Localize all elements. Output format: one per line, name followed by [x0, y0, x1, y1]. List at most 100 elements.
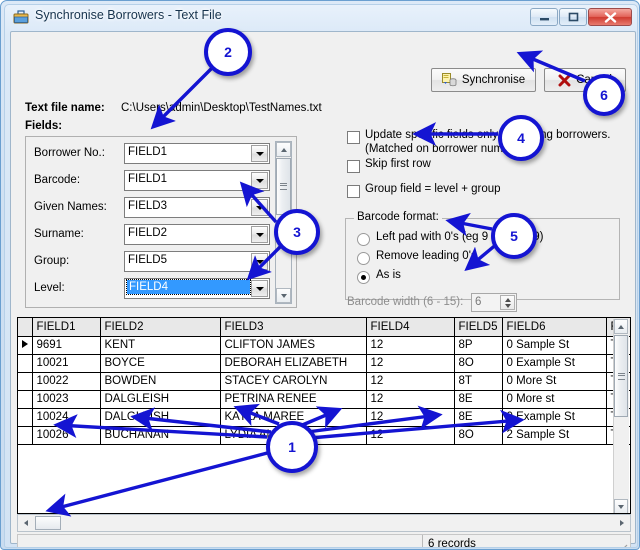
checkbox-update-specific-fields[interactable] [347, 131, 360, 144]
cell-field1[interactable]: 10023 [32, 390, 101, 409]
field-combo-borrower-no[interactable]: FIELD1 [124, 143, 270, 164]
checkbox-skip-first-row[interactable] [347, 160, 360, 173]
cell-field5[interactable]: 8O [454, 426, 503, 445]
field-combo-level[interactable]: FIELD4 [124, 278, 270, 299]
cell-field1[interactable]: 10024 [32, 408, 101, 427]
barcode-width-stepper[interactable]: 6 [471, 293, 517, 312]
callout-2: 2 [204, 28, 252, 76]
cell-field3[interactable]: STACEY CAROLYN [220, 372, 367, 391]
table-row[interactable]: 10021 BOYCE DEBORAH ELIZABETH 12 8O 0 Ex… [18, 354, 630, 373]
field-row-borrower-no: Borrower No.: FIELD1 [34, 143, 284, 165]
field-combo-barcode[interactable]: FIELD1 [124, 170, 270, 191]
cell-field5[interactable]: 8E [454, 390, 503, 409]
chevron-down-icon[interactable] [251, 253, 268, 270]
scroll-up-icon[interactable] [614, 319, 628, 334]
cell-field3[interactable]: DEBORAH ELIZABETH [220, 354, 367, 373]
scroll-down-icon[interactable] [614, 499, 628, 513]
radio-as-is[interactable] [357, 271, 370, 284]
field-combo-group[interactable]: FIELD5 [124, 251, 270, 272]
scrollbar-thumb[interactable] [614, 335, 628, 417]
scroll-down-icon[interactable] [276, 288, 291, 303]
callout-5: 5 [491, 213, 537, 259]
cell-field1[interactable]: 9691 [32, 336, 101, 355]
field-combo-given-names[interactable]: FIELD3 [124, 197, 270, 218]
chevron-down-icon[interactable] [251, 199, 268, 216]
field-combo-surname[interactable]: FIELD2 [124, 224, 270, 245]
column-header-field5[interactable]: FIELD5 [454, 318, 503, 337]
cell-field6[interactable]: 0 Sample St [502, 336, 607, 355]
chevron-down-icon[interactable] [251, 280, 268, 297]
cell-field2[interactable]: DALGLEISH [100, 390, 221, 409]
cell-field6[interactable]: 2 Sample St [502, 426, 607, 445]
data-grid[interactable]: FIELD1 FIELD2 FIELD3 FIELD4 FIELD5 FIELD… [17, 317, 631, 514]
cell-field4[interactable]: 12 [366, 408, 455, 427]
window-inner: Synchronise Borrowers - Text File Synchr… [4, 4, 638, 548]
cell-field1[interactable]: 10022 [32, 372, 101, 391]
chevron-down-icon[interactable] [251, 145, 268, 162]
label-skip-first-row: Skip first row [365, 158, 431, 170]
table-row[interactable]: 10024 DALGLEISH KAYLA MAREE 12 8E 0 Exam… [18, 408, 630, 427]
column-header-field6[interactable]: FIELD6 [502, 318, 607, 337]
cell-field3[interactable]: CLIFTON JAMES [220, 336, 367, 355]
field-label-level: Level: [34, 282, 65, 294]
cell-field2[interactable]: BUCHANAN [100, 426, 221, 445]
cell-field6[interactable]: 0 More st [502, 390, 607, 409]
cell-field6[interactable]: 0 More St [502, 372, 607, 391]
cell-field2[interactable]: KENT [100, 336, 221, 355]
resize-grip-icon[interactable] [616, 541, 628, 547]
column-header-field1[interactable]: FIELD1 [32, 318, 101, 337]
table-row[interactable]: 9691 KENT CLIFTON JAMES 12 8P 0 Sample S… [18, 336, 630, 355]
stepper-arrows-icon[interactable] [500, 295, 515, 310]
table-row[interactable]: 10023 DALGLEISH PETRINA RENEE 12 8E 0 Mo… [18, 390, 630, 409]
close-button[interactable] [588, 8, 632, 26]
cell-field5[interactable]: 8O [454, 354, 503, 373]
checkbox-group-field[interactable] [347, 185, 360, 198]
cell-field5[interactable]: 8T [454, 372, 503, 391]
cell-field4[interactable]: 12 [366, 426, 455, 445]
hscrollbar-thumb[interactable] [35, 516, 61, 530]
cell-field1[interactable]: 10021 [32, 354, 101, 373]
radio-remove-leading-zeros[interactable] [357, 252, 370, 265]
scroll-right-icon[interactable] [615, 515, 629, 531]
cell-field2[interactable]: DALGLEISH [100, 408, 221, 427]
label-remove-leading-zeros: Remove leading 0's [376, 250, 477, 262]
cell-field1[interactable]: 10026 [32, 426, 101, 445]
cell-field5[interactable]: 8P [454, 336, 503, 355]
synchronise-button[interactable]: Synchronise [431, 68, 536, 92]
chevron-down-icon[interactable] [251, 226, 268, 243]
cell-field4[interactable]: 12 [366, 390, 455, 409]
cell-field4[interactable]: 12 [366, 336, 455, 355]
field-combo-value-borrower-no: FIELD1 [128, 146, 167, 158]
cell-field2[interactable]: BOYCE [100, 354, 221, 373]
scroll-up-icon[interactable] [276, 142, 291, 157]
column-header-field2[interactable]: FIELD2 [100, 318, 221, 337]
field-combo-value-group: FIELD5 [128, 254, 167, 266]
minimize-button[interactable] [530, 8, 558, 26]
field-label-borrower-no: Borrower No.: [34, 147, 105, 159]
cell-field6[interactable]: 0 Example St [502, 354, 607, 373]
cell-field3[interactable]: PETRINA RENEE [220, 390, 367, 409]
status-records: 6 records [422, 535, 612, 547]
grid-horizontal-scrollbar[interactable] [17, 514, 631, 532]
grid-vertical-scrollbar[interactable] [613, 319, 629, 513]
cell-field6[interactable]: 0 Example St [502, 408, 607, 427]
text-file-name-value: C:\Users\admin\Desktop\TestNames.txt [121, 102, 322, 114]
scrollbar-thumb[interactable] [276, 158, 291, 215]
radio-left-pad[interactable] [357, 233, 370, 246]
column-header-field4[interactable]: FIELD4 [366, 318, 455, 337]
cell-field4[interactable]: 12 [366, 354, 455, 373]
cell-field5[interactable]: 8E [454, 408, 503, 427]
label-update-specific-fields-line1: Update specific fields only of existing … [365, 129, 611, 141]
row-indicator [18, 408, 33, 427]
field-label-barcode: Barcode: [34, 174, 81, 186]
table-row[interactable]: 10026 BUCHANAN LYDIA ANN 12 8O 2 Sample … [18, 426, 630, 445]
red-x-icon [558, 74, 571, 87]
field-row-given-names: Given Names: FIELD3 [34, 197, 284, 219]
scroll-left-icon[interactable] [19, 515, 33, 531]
maximize-button[interactable] [559, 8, 587, 26]
cell-field2[interactable]: BOWDEN [100, 372, 221, 391]
chevron-down-icon[interactable] [251, 172, 268, 189]
column-header-field3[interactable]: FIELD3 [220, 318, 367, 337]
cell-field4[interactable]: 12 [366, 372, 455, 391]
table-row[interactable]: 10022 BOWDEN STACEY CAROLYN 12 8T 0 More… [18, 372, 630, 391]
